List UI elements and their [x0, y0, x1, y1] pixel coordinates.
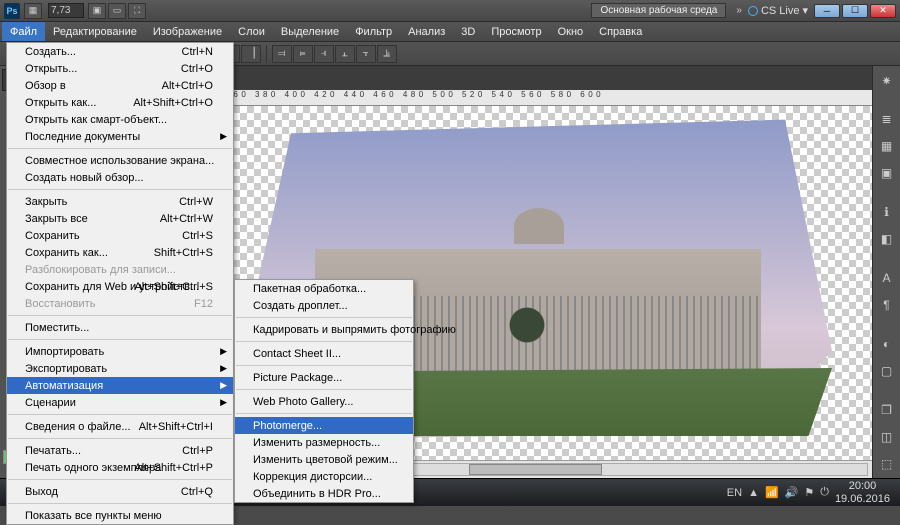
menuitem[interactable]: Закрыть всеAlt+Ctrl+W — [7, 210, 233, 227]
dist-vmid-icon[interactable]: ⫢ — [293, 45, 313, 63]
tray-sound-icon[interactable]: 🔊 — [785, 486, 799, 499]
tb-view-icon[interactable]: ⛶ — [128, 3, 146, 19]
menuitem[interactable]: Показать все пункты меню — [7, 507, 233, 524]
paths-panel-icon[interactable]: ⬚ — [876, 453, 898, 474]
system-tray: EN ▲ 📶 🔊 ⚑ ⏻ 20:00 19.06.2016 — [727, 480, 896, 504]
menuitem[interactable]: Поместить... — [7, 319, 233, 336]
menu-bar: ФайлРедактированиеИзображениеСлоиВыделен… — [0, 22, 900, 42]
history-panel-icon[interactable]: ≣ — [876, 109, 898, 130]
menuitem[interactable]: Создать дроплет... — [235, 297, 413, 314]
menuitem[interactable]: Открыть...Ctrl+O — [7, 60, 233, 77]
menuitem[interactable]: Picture Package... — [235, 369, 413, 386]
menuitem[interactable]: ЗакрытьCtrl+W — [7, 193, 233, 210]
color-panel-icon[interactable]: ◧ — [876, 229, 898, 250]
menuitem[interactable]: Сохранить как...Shift+Ctrl+S — [7, 244, 233, 261]
swatches-panel-icon[interactable]: ▦ — [876, 136, 898, 157]
menuitem[interactable]: Обзор вAlt+Ctrl+O — [7, 77, 233, 94]
menu-справка[interactable]: Справка — [591, 22, 650, 41]
mb-icon[interactable]: ▦ — [24, 3, 42, 19]
tb-screen-icon[interactable]: ▭ — [108, 3, 126, 19]
close-button[interactable]: ✕ — [870, 4, 896, 18]
menuitem: Разблокировать для записи... — [7, 261, 233, 278]
menuitem[interactable]: Кадрировать и выпрямить фотографию — [235, 321, 413, 338]
menuitem[interactable]: Создать...Ctrl+N — [7, 43, 233, 60]
menuitem[interactable]: Photomerge... — [235, 417, 413, 434]
chevron-double-icon[interactable]: » — [736, 5, 742, 16]
automation-submenu: Пакетная обработка...Создать дроплет... К… — [234, 279, 414, 503]
tray-action-icon[interactable]: ⚑ — [804, 486, 814, 499]
layers-panel-icon[interactable]: ❐ — [876, 399, 898, 420]
paragraph-panel-icon[interactable]: ¶ — [876, 294, 898, 315]
tray-flag-icon[interactable]: ▲ — [748, 487, 759, 499]
menuitem[interactable]: Печатать...Ctrl+P — [7, 442, 233, 459]
tray-power-icon[interactable]: ⏻ — [820, 486, 829, 499]
cs-live-button[interactable]: CS Live▾ — [748, 4, 808, 17]
zoom-input[interactable]: 7,73 — [48, 3, 84, 18]
dist-right-icon[interactable]: ⫡ — [377, 45, 397, 63]
menuitem[interactable]: Коррекция дисторсии... — [235, 468, 413, 485]
menu-редактирование[interactable]: Редактирование — [45, 22, 145, 41]
maximize-button[interactable]: ☐ — [842, 4, 868, 18]
menu-просмотр[interactable]: Просмотр — [483, 22, 549, 41]
align-right-icon[interactable]: ▕ — [241, 45, 261, 63]
menuitem[interactable]: Совместное использование экрана... — [7, 152, 233, 169]
menu-окно[interactable]: Окно — [550, 22, 592, 41]
menuitem[interactable]: СохранитьCtrl+S — [7, 227, 233, 244]
workspace-switcher[interactable]: Основная рабочая среда — [591, 3, 726, 18]
minibridge-icon[interactable]: ✷ — [876, 70, 898, 91]
menuitem[interactable]: Экспортировать▶ — [7, 360, 233, 377]
menuitem[interactable]: Пакетная обработка... — [235, 280, 413, 297]
menuitem[interactable]: Сценарии▶ — [7, 394, 233, 411]
adjustments-panel-icon[interactable]: ◐ — [876, 333, 898, 354]
styles-panel-icon[interactable]: ▣ — [876, 163, 898, 184]
menuitem[interactable]: Contact Sheet II... — [235, 345, 413, 362]
menuitem[interactable]: Изменить цветовой режим... — [235, 451, 413, 468]
menuitem[interactable]: Импортировать▶ — [7, 343, 233, 360]
character-panel-icon[interactable]: A — [876, 267, 898, 288]
taskbar-clock[interactable]: 20:00 19.06.2016 — [835, 480, 890, 504]
dist-hmid-icon[interactable]: ⫟ — [356, 45, 376, 63]
info-panel-icon[interactable]: ℹ — [876, 202, 898, 223]
menuitem[interactable]: Сведения о файле...Alt+Shift+Ctrl+I — [7, 418, 233, 435]
menuitem[interactable]: Web Photo Gallery... — [235, 393, 413, 410]
menu-слои[interactable]: Слои — [230, 22, 273, 41]
menu-изображение[interactable]: Изображение — [145, 22, 230, 41]
menu-выделение[interactable]: Выделение — [273, 22, 347, 41]
menuitem[interactable]: Изменить размерность... — [235, 434, 413, 451]
cslive-icon — [748, 6, 758, 16]
title-bar: Ps ▦ 7,73 ▣ ▭ ⛶ Основная рабочая среда »… — [0, 0, 900, 22]
app-icon: Ps — [4, 3, 20, 19]
file-menu-dropdown: Создать...Ctrl+NОткрыть...Ctrl+OОбзор вA… — [6, 42, 234, 525]
tb-arrange-icon[interactable]: ▣ — [88, 3, 106, 19]
menuitem[interactable]: Объединить в HDR Pro... — [235, 485, 413, 502]
menuitem[interactable]: Создать новый обзор... — [7, 169, 233, 186]
menuitem[interactable]: Сохранить для Web и устройств...Alt+Shif… — [7, 278, 233, 295]
panel-dock: ✷ ≣ ▦ ▣ ℹ ◧ A ¶ ◐ ▢ ❐ ◫ ⬚ — [872, 66, 900, 478]
menu-анализ[interactable]: Анализ — [400, 22, 453, 41]
menu-файл[interactable]: Файл — [2, 22, 45, 41]
menu-фильтр[interactable]: Фильтр — [347, 22, 400, 41]
menu-3d[interactable]: 3D — [453, 22, 483, 41]
menuitem: ВосстановитьF12 — [7, 295, 233, 312]
dist-left-icon[interactable]: ⫠ — [335, 45, 355, 63]
menuitem[interactable]: Последние документы▶ — [7, 128, 233, 145]
lang-indicator[interactable]: EN — [727, 487, 742, 499]
menuitem[interactable]: Печать одного экземпляраAlt+Shift+Ctrl+P — [7, 459, 233, 476]
minimize-button[interactable]: ─ — [814, 4, 840, 18]
dist-top-icon[interactable]: ⫤ — [272, 45, 292, 63]
masks-panel-icon[interactable]: ▢ — [876, 360, 898, 381]
dist-bottom-icon[interactable]: ⫣ — [314, 45, 334, 63]
menuitem[interactable]: Открыть как...Alt+Shift+Ctrl+O — [7, 94, 233, 111]
menuitem[interactable]: Автоматизация▶ — [7, 377, 233, 394]
menuitem[interactable]: ВыходCtrl+Q — [7, 483, 233, 500]
tray-network-icon[interactable]: 📶 — [765, 486, 779, 499]
menuitem[interactable]: Открыть как смарт-объект... — [7, 111, 233, 128]
channels-panel-icon[interactable]: ◫ — [876, 426, 898, 447]
